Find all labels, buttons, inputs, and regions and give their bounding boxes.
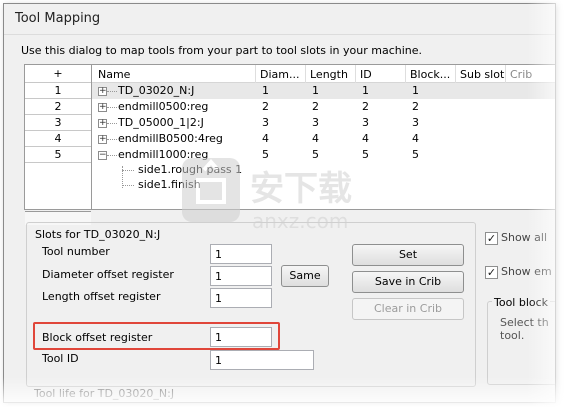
col-header-sub-slot[interactable]: Sub slot <box>460 68 504 81</box>
tool-diam: 1 <box>262 84 269 97</box>
row-number-1[interactable]: 1 <box>25 83 91 99</box>
grid-header: Name Diam... Length ID Block... Sub slot… <box>92 65 555 83</box>
col-header-length[interactable]: Length <box>310 68 348 81</box>
tool-length: 3 <box>312 116 319 129</box>
watermark-cn: 安下载 <box>250 169 352 209</box>
tool-id: 4 <box>362 132 369 145</box>
row-header-column: + 1 2 3 4 5 <box>24 64 92 225</box>
row-number-2[interactable]: 2 <box>25 99 91 115</box>
tool-block-title: Tool block <box>492 296 551 309</box>
tool-name: TD_03020_N:J <box>118 84 195 97</box>
tool-number-label: Tool number <box>42 245 110 258</box>
watermark-logo: 安下载 anxz.com <box>180 150 380 240</box>
table-row[interactable]: + TD_03020_N:J 1 1 1 1 <box>92 83 555 99</box>
add-row-button[interactable]: + <box>25 65 91 83</box>
tool-block-text: Select th tool. <box>500 316 549 342</box>
block-offset-label: Block offset register <box>42 331 153 344</box>
diameter-offset-label: Diameter offset register <box>42 268 174 281</box>
block-offset-input[interactable]: 1 <box>210 327 272 347</box>
intro-text: Use this dialog to map tools from your p… <box>21 44 423 57</box>
row-number-5[interactable]: 5 <box>25 147 91 163</box>
col-header-name[interactable]: Name <box>98 68 130 81</box>
clear-in-crib-button[interactable]: Clear in Crib <box>352 298 464 320</box>
show-em-label: Show em <box>501 265 552 278</box>
show-all-checkbox[interactable]: ✓ <box>485 232 498 245</box>
tool-name: endmill0500:reg <box>118 100 209 113</box>
tool-diam: 2 <box>262 100 269 113</box>
tool-life-label: Tool life for TD_03020_N:J <box>34 387 175 400</box>
tool-id-label: Tool ID <box>42 352 79 365</box>
save-in-crib-button[interactable]: Save in Crib <box>352 271 464 293</box>
tool-length: 4 <box>312 132 319 145</box>
length-offset-input[interactable]: 1 <box>210 288 272 308</box>
col-header-id[interactable]: ID <box>360 68 372 81</box>
tool-id: 1 <box>362 84 369 97</box>
expand-icon[interactable]: + <box>98 119 107 128</box>
tool-id-input[interactable]: 1 <box>210 350 314 370</box>
col-header-crib[interactable]: Crib <box>510 68 532 81</box>
tool-block: 3 <box>412 116 419 129</box>
col-header-block[interactable]: Block... <box>410 68 450 81</box>
tool-block: 5 <box>412 148 419 161</box>
set-button[interactable]: Set <box>352 244 464 266</box>
expand-icon[interactable]: + <box>98 135 107 144</box>
slots-group-title: Slots for TD_03020_N:J <box>32 228 164 241</box>
length-offset-label: Length offset register <box>42 290 161 303</box>
row-header-blank <box>25 163 91 211</box>
expand-icon[interactable]: + <box>98 87 107 96</box>
table-row[interactable]: + endmillB0500:4reg 4 4 4 4 <box>92 131 555 147</box>
same-button[interactable]: Same <box>281 265 329 287</box>
tool-block: 2 <box>412 100 419 113</box>
col-header-diam[interactable]: Diam... <box>260 68 299 81</box>
expand-icon[interactable]: + <box>98 103 107 112</box>
tool-number-input[interactable]: 1 <box>210 244 272 264</box>
tool-id: 3 <box>362 116 369 129</box>
tool-id: 2 <box>362 100 369 113</box>
tool-diam: 3 <box>262 116 269 129</box>
show-em-checkbox[interactable]: ✓ <box>485 266 498 279</box>
tool-block-text-line-1: Select th <box>500 316 549 329</box>
tool-length: 1 <box>312 84 319 97</box>
tool-block-text-line-2: tool. <box>500 329 525 342</box>
diameter-offset-input[interactable]: 1 <box>210 266 272 286</box>
tool-block-group <box>487 301 555 385</box>
row-number-4[interactable]: 4 <box>25 131 91 147</box>
tool-name: endmillB0500:4reg <box>118 132 223 145</box>
table-row[interactable]: + TD_05000_1|2:J 3 3 3 3 <box>92 115 555 131</box>
collapse-icon[interactable]: − <box>98 151 107 160</box>
tool-length: 2 <box>312 100 319 113</box>
table-row[interactable]: + endmill0500:reg 2 2 2 2 <box>92 99 555 115</box>
tool-block: 1 <box>412 84 419 97</box>
tool-diam: 4 <box>262 132 269 145</box>
tool-name: TD_05000_1|2:J <box>118 116 204 129</box>
row-number-3[interactable]: 3 <box>25 115 91 131</box>
show-all-label: Show all <box>501 231 548 244</box>
dialog-title: Tool Mapping <box>4 4 555 35</box>
tool-block: 4 <box>412 132 419 145</box>
watermark-en: anxz.com <box>252 209 348 233</box>
